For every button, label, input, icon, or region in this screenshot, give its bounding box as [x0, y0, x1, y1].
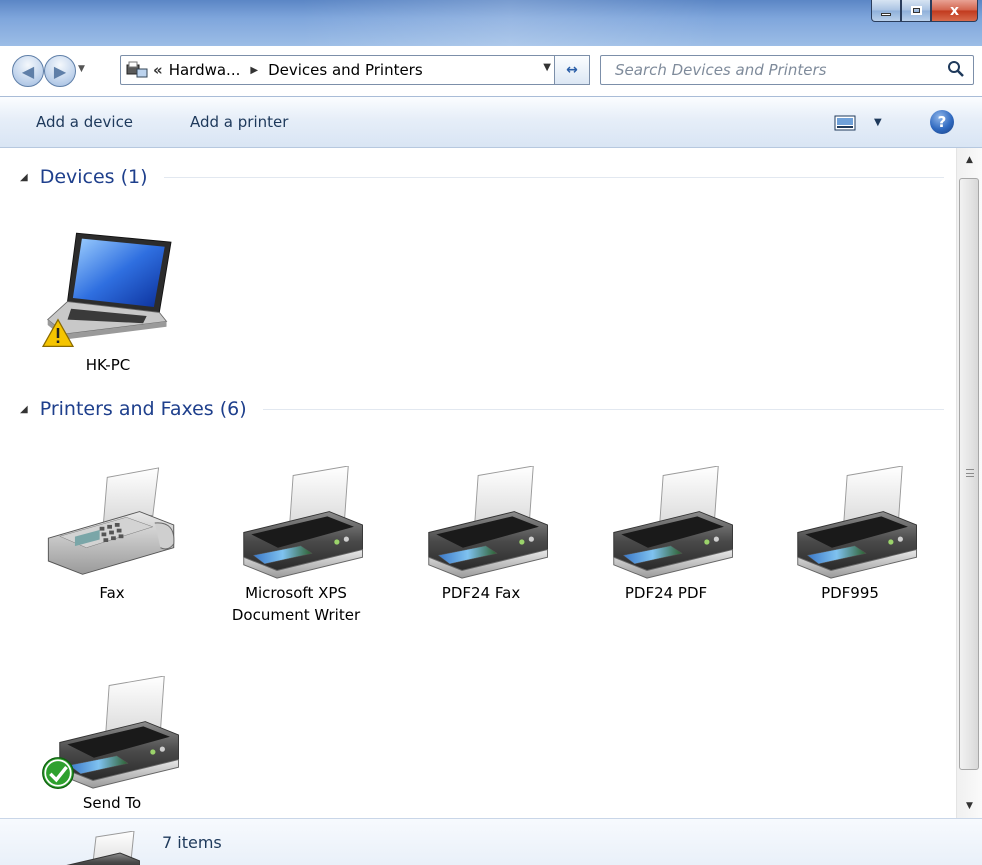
- breadcrumb-devices-and-printers[interactable]: Devices and Printers: [268, 61, 423, 79]
- item-count: 7 items: [162, 833, 222, 852]
- help-button[interactable]: ?: [930, 110, 954, 134]
- devices-printers-icon: [126, 61, 148, 78]
- refresh-icon: ↔: [566, 62, 578, 78]
- collapse-arrow-icon[interactable]: ◢: [20, 172, 28, 183]
- recent-pages-dropdown[interactable]: ▼: [78, 64, 85, 74]
- fax-icon: [37, 466, 187, 580]
- printer-item-fax[interactable]: Fax: [32, 466, 192, 604]
- view-options-dropdown-icon[interactable]: ▼: [874, 117, 882, 128]
- printer-icon: [66, 831, 140, 865]
- close-icon: x: [949, 2, 960, 19]
- default-printer-check-icon: [41, 756, 75, 790]
- close-button[interactable]: x: [931, 0, 978, 22]
- add-printer-button[interactable]: Add a printer: [190, 113, 288, 131]
- group-title-devices: Devices (1): [39, 166, 148, 188]
- printer-icon: [406, 466, 556, 580]
- content-pane[interactable]: ◢ Devices (1) HK-PC ◢ Printers and Faxes…: [0, 148, 956, 818]
- minimize-button[interactable]: [871, 0, 901, 22]
- group-title-printers-and-faxes: Printers and Faxes (6): [39, 398, 247, 420]
- printer-icon: [221, 466, 371, 580]
- collapse-arrow-icon[interactable]: ◢: [20, 404, 28, 415]
- group-header-printers-and-faxes[interactable]: ◢ Printers and Faxes (6): [20, 394, 944, 424]
- vertical-scrollbar[interactable]: ▲ ▼: [956, 148, 982, 818]
- breadcrumb-hardware[interactable]: Hardwa...: [169, 61, 241, 79]
- arrow-left-icon: ◀: [21, 61, 35, 81]
- search-placeholder: Search Devices and Printers: [615, 61, 827, 79]
- printer-icon: [591, 466, 741, 580]
- printer-item-pdf24-fax[interactable]: PDF24 Fax: [401, 466, 561, 604]
- address-overflow-chevron[interactable]: «: [153, 61, 163, 79]
- forward-button[interactable]: ▶: [44, 55, 76, 87]
- printer-label: PDF24 PDF: [624, 584, 708, 602]
- back-button[interactable]: ◀: [12, 55, 44, 87]
- device-label: HK-PC: [85, 356, 131, 374]
- group-divider: [163, 176, 944, 178]
- scrollbar-thumb[interactable]: [959, 178, 979, 770]
- printer-item-pdf995[interactable]: PDF995: [770, 466, 930, 604]
- address-history-dropdown-icon[interactable]: ▼: [543, 62, 551, 73]
- command-bar: Add a device Add a printer ▼ ?: [0, 96, 982, 148]
- scrollbar-grip-icon: [966, 469, 974, 477]
- add-device-button[interactable]: Add a device: [36, 113, 133, 131]
- printer-icon: [775, 466, 925, 580]
- printer-item-pdf24-pdf[interactable]: PDF24 PDF: [586, 466, 746, 604]
- printer-label: Fax: [99, 584, 125, 602]
- change-view-icon[interactable]: [834, 115, 856, 131]
- printer-label: Send To: [82, 794, 142, 812]
- title-bar[interactable]: x: [0, 0, 982, 46]
- printer-label: PDF24 Fax: [441, 584, 521, 602]
- scroll-up-icon[interactable]: ▲: [957, 148, 982, 172]
- details-pane: 7 items: [0, 818, 982, 865]
- group-header-devices[interactable]: ◢ Devices (1): [20, 162, 944, 192]
- group-divider: [262, 408, 944, 410]
- window-caption-buttons: x: [871, 0, 978, 22]
- address-bar[interactable]: « Hardwa... ▶ Devices and Printers ▼: [120, 55, 560, 85]
- help-icon: ?: [937, 113, 947, 131]
- navigation-bar: ◀ ▶ ▼ « Hardwa... ▶ Devices and Printers…: [0, 46, 982, 96]
- device-item-hk-pc[interactable]: HK-PC: [28, 226, 188, 376]
- maximize-button[interactable]: [901, 0, 931, 22]
- scroll-down-icon[interactable]: ▼: [957, 794, 982, 818]
- search-input[interactable]: Search Devices and Printers: [600, 55, 974, 85]
- printer-label: Microsoft XPS Document Writer: [231, 584, 361, 624]
- breadcrumb-separator-icon[interactable]: ▶: [250, 65, 258, 76]
- refresh-button[interactable]: ↔: [554, 55, 590, 85]
- warning-icon: [41, 318, 75, 348]
- printer-item-microsoft-xps-document-writer[interactable]: Microsoft XPS Document Writer: [216, 466, 376, 626]
- maximize-icon: [910, 6, 922, 15]
- arrow-right-icon: ▶: [53, 61, 67, 81]
- search-icon[interactable]: [947, 60, 965, 78]
- minimize-icon: [881, 13, 891, 16]
- printer-label: PDF995: [821, 584, 879, 602]
- printer-item-send-to[interactable]: Send To: [32, 676, 192, 814]
